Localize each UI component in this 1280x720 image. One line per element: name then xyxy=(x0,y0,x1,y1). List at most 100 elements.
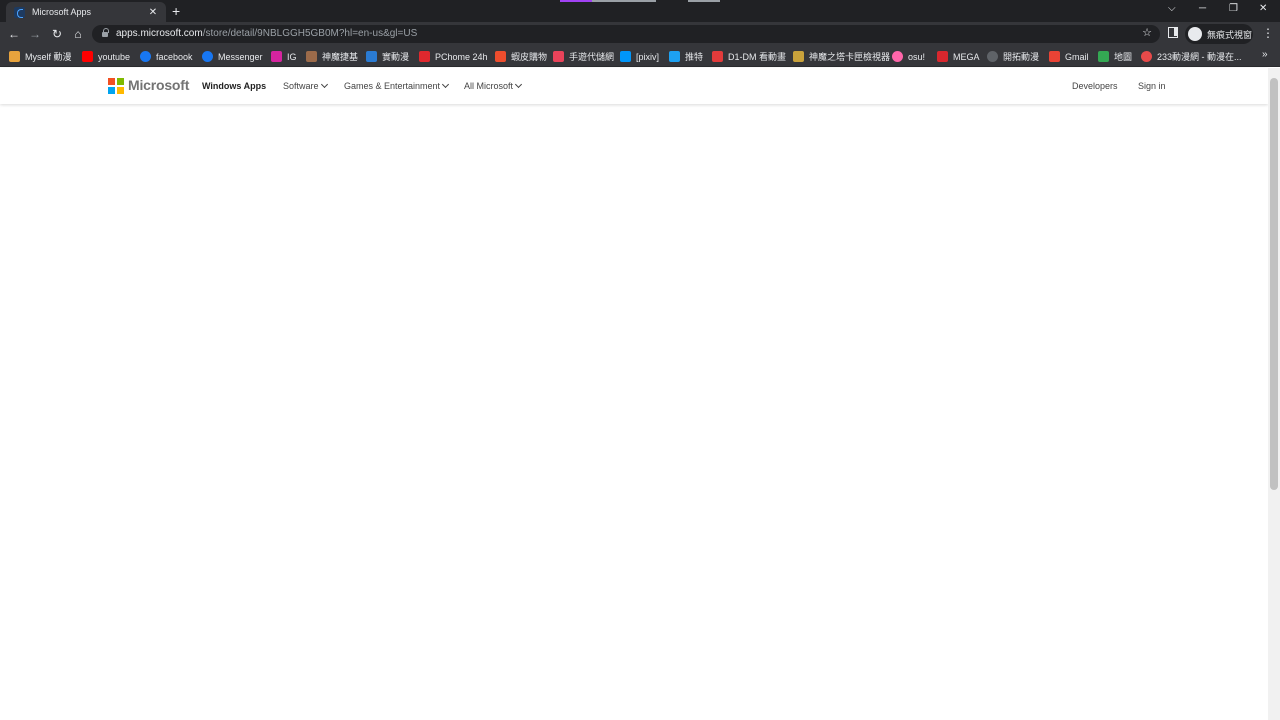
bookmark-label: IG xyxy=(287,51,297,62)
forward-button[interactable]: → xyxy=(27,26,43,42)
chevron-down-icon xyxy=(442,80,450,89)
close-tab-icon[interactable]: ✕ xyxy=(146,7,160,18)
incognito-badge[interactable]: 無痕式視窗 xyxy=(1185,24,1253,44)
nav-software[interactable]: Software xyxy=(283,80,328,91)
side-panel-icon[interactable] xyxy=(1168,27,1178,38)
wiki-icon xyxy=(306,51,317,62)
new-tab-button[interactable]: + xyxy=(172,3,180,19)
shop-icon xyxy=(553,51,564,62)
store-favicon-icon xyxy=(14,6,25,18)
tab-microsoft-apps[interactable]: Microsoft Apps ✕ xyxy=(6,2,166,22)
logo-square xyxy=(108,78,115,85)
bookmark-label: 實動漫 xyxy=(382,52,410,62)
gmail-icon xyxy=(1049,51,1060,62)
bookmark-gmail[interactable]: Gmail xyxy=(1049,50,1089,63)
bookmark-label: 地圖 xyxy=(1114,52,1133,62)
chevron-down-icon xyxy=(514,80,523,89)
bookmark-label: 神魔捷基 xyxy=(322,52,359,62)
url-path: /store/detail/9NBLGGH5GB0M?hl=en-us&gl=U… xyxy=(202,28,418,39)
incognito-label: 無痕式視窗 xyxy=(1207,29,1253,40)
nav-developers[interactable]: Developers xyxy=(1072,81,1118,91)
tab-strip-accent xyxy=(688,0,720,2)
bookmark-star-icon[interactable]: ☆ xyxy=(1142,26,1152,39)
back-button[interactable]: ← xyxy=(6,26,22,42)
tab-strip-accent xyxy=(592,0,656,2)
bookmark-maps[interactable]: 地圖 xyxy=(1098,50,1132,63)
bookmark-label: [pixiv] xyxy=(636,51,660,62)
bookmark-label: D1-DM 看動畫 xyxy=(728,52,786,62)
bookmark-pchome[interactable]: PChome 24h xyxy=(419,50,488,63)
bookmark-label: 233動漫網 - 動漫在... xyxy=(1157,52,1242,62)
pchome-icon xyxy=(419,51,430,62)
nav-windows-apps[interactable]: Windows Apps xyxy=(202,81,266,91)
pixiv-icon xyxy=(620,51,631,62)
nav-software-label: Software xyxy=(283,81,319,91)
microsoft-header: Microsoft Windows Apps Software Games & … xyxy=(0,68,1268,104)
shopee-icon xyxy=(495,51,506,62)
microsoft-logo-icon[interactable] xyxy=(108,78,124,94)
bookmark-d1dm[interactable]: D1-DM 看動畫 xyxy=(712,50,786,63)
bookmark-twitter[interactable]: 推特 xyxy=(669,50,703,63)
youtube-icon xyxy=(82,51,93,62)
osu-icon xyxy=(892,51,903,62)
bookmark-233anime[interactable]: 233動漫網 - 動漫在... xyxy=(1141,50,1242,63)
logo-square xyxy=(117,78,124,85)
instagram-icon xyxy=(271,51,282,62)
reload-button[interactable]: ↻ xyxy=(49,26,65,42)
bookmark-label: Messenger xyxy=(218,51,263,62)
bookmark-mega[interactable]: MEGA xyxy=(937,50,980,63)
bookmark-label: 手遊代儲網 xyxy=(569,52,615,62)
bookmark-wiki[interactable]: 神魔捷基 xyxy=(306,50,358,63)
mega-icon xyxy=(937,51,948,62)
bookmarks-bar: Myself 動漫 youtube facebook Messenger IG … xyxy=(0,46,1280,67)
tab-strip-accent xyxy=(560,0,592,2)
lock-icon[interactable] xyxy=(102,28,109,37)
minimize-button[interactable]: ─ xyxy=(1199,3,1206,14)
bookmark-card-viewer[interactable]: 神魔之塔卡匣檢視器 xyxy=(793,50,890,63)
bookmark-label: 開拓動漫 xyxy=(1003,52,1040,62)
bookmark-messenger[interactable]: Messenger xyxy=(202,50,263,63)
bookmark-label: 推特 xyxy=(685,52,704,62)
page-content: Microsoft Windows Apps Software Games & … xyxy=(0,68,1268,720)
facebook-icon xyxy=(202,51,213,62)
twitter-icon xyxy=(669,51,680,62)
url-text[interactable]: apps.microsoft.com/store/detail/9NBLGGH5… xyxy=(116,28,417,39)
myself-icon xyxy=(9,51,20,62)
tab-search-icon[interactable]: ⌵ xyxy=(1168,3,1176,14)
bookmark-osu[interactable]: osu! xyxy=(892,50,925,63)
bookmark-label: 蝦皮購物 xyxy=(511,52,548,62)
bookmark-pixiv[interactable]: [pixiv] xyxy=(620,50,659,63)
address-bar[interactable]: apps.microsoft.com/store/detail/9NBLGGH5… xyxy=(92,25,1160,43)
more-bookmarks-icon[interactable]: » xyxy=(1262,49,1268,60)
bookmark-facebook[interactable]: facebook xyxy=(140,50,193,63)
d1dm-icon xyxy=(712,51,723,62)
sign-in-link[interactable]: Sign in xyxy=(1138,81,1166,91)
maps-icon xyxy=(1098,51,1109,62)
bookmark-label: MEGA xyxy=(953,51,980,62)
microsoft-brand[interactable]: Microsoft xyxy=(128,77,189,93)
logo-square xyxy=(117,87,124,94)
bookmark-label: facebook xyxy=(156,51,193,62)
browser-menu-icon[interactable]: ⋮ xyxy=(1262,26,1274,40)
nav-all-microsoft[interactable]: All Microsoft xyxy=(464,80,523,91)
scrollbar-thumb[interactable] xyxy=(1270,78,1278,490)
bookmark-label: osu! xyxy=(908,51,926,62)
home-button[interactable]: ⌂ xyxy=(70,26,86,42)
bookmark-label: Gmail xyxy=(1065,51,1089,62)
bookmark-anime[interactable]: 實動漫 xyxy=(366,50,409,63)
anime-icon xyxy=(366,51,377,62)
tab-strip: Microsoft Apps ✕ + ⌵ ─ ❐ ✕ xyxy=(0,0,1280,22)
restore-button[interactable]: ❐ xyxy=(1229,3,1238,14)
nav-games-entertainment[interactable]: Games & Entertainment xyxy=(344,80,450,91)
bookmark-shopee[interactable]: 蝦皮購物 xyxy=(495,50,547,63)
logo-square xyxy=(108,87,115,94)
close-window-button[interactable]: ✕ xyxy=(1259,3,1267,14)
bookmark-youtube[interactable]: youtube xyxy=(82,50,130,63)
incognito-icon xyxy=(1188,27,1202,41)
bookmark-myself[interactable]: Myself 動漫 xyxy=(9,50,72,63)
bookmark-topup[interactable]: 手遊代儲網 xyxy=(553,50,614,63)
url-host: apps.microsoft.com xyxy=(116,28,203,39)
nav-all-microsoft-label: All Microsoft xyxy=(464,81,514,91)
bookmark-ig[interactable]: IG xyxy=(271,50,297,63)
bookmark-kaituo[interactable]: 開拓動漫 xyxy=(987,50,1039,63)
